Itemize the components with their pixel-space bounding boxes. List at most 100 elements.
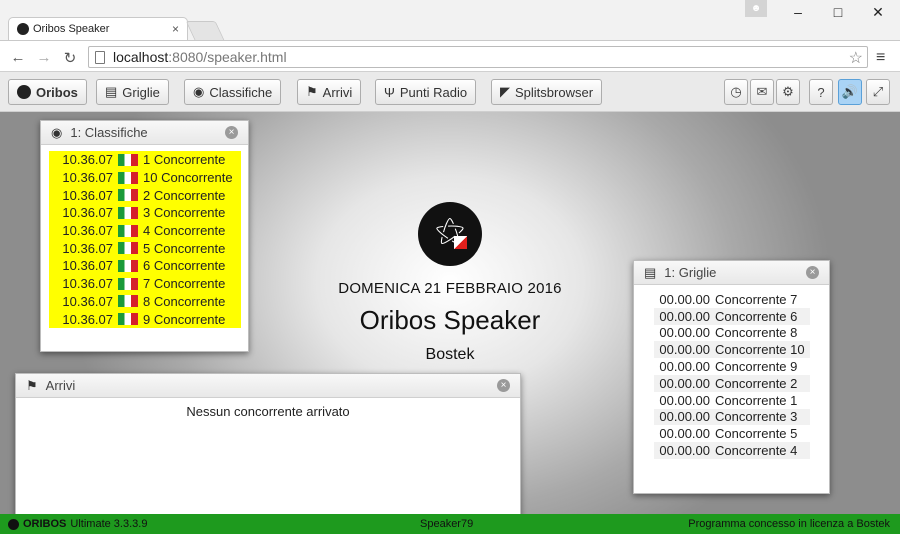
close-icon[interactable]: × xyxy=(806,266,819,279)
griglia-row[interactable]: 00.00.00 Concorrente 6 xyxy=(654,307,810,325)
classifica-row[interactable]: 10.36.07 4 Concorrente xyxy=(49,221,241,240)
speaker-mode-button[interactable]: 🔊 xyxy=(838,79,862,105)
griglia-row[interactable]: 00.00.00 Concorrente 8 xyxy=(654,325,810,342)
classifica-name: 1 Concorrente xyxy=(143,152,226,168)
griglia-row[interactable]: 00.00.00 Concorrente 10 xyxy=(654,341,810,359)
browser-menu-icon[interactable]: ≡ xyxy=(876,49,885,67)
griglia-time: 00.00.00 xyxy=(659,325,710,341)
italy-flag-icon xyxy=(118,277,138,290)
classifiche-widget[interactable]: ◉ 1: Classifiche × 10.36.07 1 Concorrente… xyxy=(40,120,249,352)
page-icon xyxy=(95,51,105,64)
griglia-row[interactable]: 00.00.00 Concorrente 1 xyxy=(654,392,810,409)
minimize-button[interactable]: – xyxy=(788,4,808,20)
griglia-row[interactable]: 00.00.00 Concorrente 2 xyxy=(654,374,810,392)
griglia-time: 00.00.00 xyxy=(659,359,710,375)
url-input[interactable]: localhost:8080/speaker.html ☆ xyxy=(88,46,868,68)
runner-icon: ⚝ xyxy=(435,214,465,247)
griglia-name: Concorrente 4 xyxy=(715,443,798,459)
classifica-row[interactable]: 10.36.07 10 Concorrente xyxy=(49,168,241,187)
splitsbrowser-button[interactable]: ◤ Splitsbrowser xyxy=(491,79,603,105)
oribos-menu-button[interactable]: Oribos xyxy=(8,79,87,105)
griglia-name: Concorrente 1 xyxy=(715,392,798,408)
griglia-time: 00.00.00 xyxy=(659,375,710,391)
oribos-favicon-icon xyxy=(17,23,29,35)
oribos-logo: ⚝ xyxy=(418,202,482,266)
clock-button[interactable]: ◷ xyxy=(724,79,748,105)
speaker-main-area: ⚝ DOMENICA 21 FEBBRAIO 2016 Oribos Speak… xyxy=(0,112,900,514)
griglie-widget[interactable]: ▤ 1: Griglie × 00.00.00 Concorrente 7 00.0… xyxy=(633,260,830,494)
arrivi-widget[interactable]: ⚑ Arrivi × Nessun concorrente arrivato xyxy=(15,373,521,514)
url-host: localhost xyxy=(113,49,169,65)
forward-icon[interactable]: → xyxy=(36,49,52,66)
punti-radio-button[interactable]: Ψ Punti Radio xyxy=(375,79,477,105)
griglia-name: Concorrente 7 xyxy=(715,291,798,307)
griglie-widget-header[interactable]: ▤ 1: Griglie × xyxy=(634,261,829,285)
griglia-name: Concorrente 8 xyxy=(715,325,798,341)
status-brand: ORIBOS Ultimate 3.3.3.9 xyxy=(8,518,147,530)
tab-close-icon[interactable]: × xyxy=(172,22,179,36)
classifica-row[interactable]: 10.36.07 9 Concorrente xyxy=(49,310,241,328)
new-tab-button[interactable] xyxy=(185,21,225,40)
griglie-button[interactable]: ▤ Griglie xyxy=(96,79,169,105)
griglia-row[interactable]: 00.00.00 Concorrente 4 xyxy=(654,442,810,459)
close-icon[interactable]: × xyxy=(225,126,238,139)
classifiche-button[interactable]: ◉ Classifiche xyxy=(184,79,282,105)
griglia-row[interactable]: 00.00.00 Concorrente 9 xyxy=(654,358,810,375)
classifica-time: 10.36.07 xyxy=(62,223,113,239)
close-icon[interactable]: × xyxy=(497,379,510,392)
app-title: Oribos Speaker xyxy=(359,305,541,335)
classifica-name: 3 Concorrente xyxy=(143,205,226,221)
arrivi-widget-header[interactable]: ⚑ Arrivi × xyxy=(16,374,520,398)
list-icon: ▤ xyxy=(644,264,657,280)
classifiche-widget-title: 1: Classifiche xyxy=(70,125,148,140)
settings-button[interactable]: ⚙ xyxy=(776,79,800,105)
classifica-name: 7 Concorrente xyxy=(143,276,226,292)
italy-flag-icon xyxy=(118,242,138,255)
arrivi-button[interactable]: ⚑ Arrivi xyxy=(297,79,362,105)
classifica-row[interactable]: 10.36.07 3 Concorrente xyxy=(49,204,241,222)
user-profile-icon[interactable]: ☻ xyxy=(745,0,767,17)
classifiche-widget-header[interactable]: ◉ 1: Classifiche × xyxy=(41,121,248,145)
maximize-button[interactable]: □ xyxy=(828,4,848,20)
griglia-row[interactable]: 00.00.00 Concorrente 5 xyxy=(654,425,810,442)
classifica-row[interactable]: 10.36.07 5 Concorrente xyxy=(49,239,241,258)
griglia-row[interactable]: 00.00.00 Concorrente 3 xyxy=(654,408,810,426)
griglia-time: 00.00.00 xyxy=(659,426,710,442)
griglia-name: Concorrente 3 xyxy=(715,409,798,425)
griglia-row[interactable]: 00.00.00 Concorrente 7 xyxy=(654,291,810,308)
classifica-row[interactable]: 10.36.07 7 Concorrente xyxy=(49,274,241,293)
bookmark-star-icon[interactable]: ☆ xyxy=(849,48,863,68)
clock-icon: ◷ xyxy=(730,84,742,99)
italy-flag-icon xyxy=(118,153,138,166)
oribos-logo-icon xyxy=(17,85,31,99)
close-window-button[interactable]: ✕ xyxy=(868,4,888,21)
event-date: DOMENICA 21 FEBBRAIO 2016 xyxy=(338,280,562,297)
back-icon[interactable]: ← xyxy=(10,49,26,66)
splitsbrowser-button-label: Splitsbrowser xyxy=(515,84,594,100)
fullscreen-button[interactable]: ⤢ xyxy=(866,79,890,105)
classifica-row[interactable]: 10.36.07 6 Concorrente xyxy=(49,257,241,275)
browser-tab-title: Oribos Speaker xyxy=(33,23,110,35)
gear-icon: ⚙ xyxy=(782,84,794,99)
app-toolbar: Oribos ▤ Griglie ◉ Classifiche ⚑ Arrivi … xyxy=(0,72,900,112)
griglia-time: 00.00.00 xyxy=(659,392,710,408)
italy-flag-icon xyxy=(118,224,138,237)
reload-icon[interactable]: ↻ xyxy=(62,49,78,67)
griglia-time: 00.00.00 xyxy=(659,409,710,425)
browser-tab[interactable]: Oribos Speaker × xyxy=(8,17,188,40)
griglia-name: Concorrente 6 xyxy=(715,308,798,324)
classifica-row[interactable]: 10.36.07 1 Concorrente xyxy=(49,151,241,169)
chat-button[interactable]: ✉ xyxy=(750,79,774,105)
griglie-list: 00.00.00 Concorrente 7 00.00.00 Concorrente… xyxy=(654,291,810,459)
classifica-name: 2 Concorrente xyxy=(143,187,226,203)
status-user: Speaker79 xyxy=(420,518,474,530)
classifica-time: 10.36.07 xyxy=(62,311,113,327)
classifica-name: 4 Concorrente xyxy=(143,223,226,239)
italy-flag-icon xyxy=(118,295,138,308)
italy-flag-icon xyxy=(118,313,138,326)
help-button[interactable]: ? xyxy=(809,79,833,105)
classifica-name: 10 Concorrente xyxy=(143,170,233,186)
classifica-row[interactable]: 10.36.07 2 Concorrente xyxy=(49,186,241,205)
status-license: Programma concesso in licenza a Bostek xyxy=(688,518,890,530)
classifica-row[interactable]: 10.36.07 8 Concorrente xyxy=(49,292,241,311)
